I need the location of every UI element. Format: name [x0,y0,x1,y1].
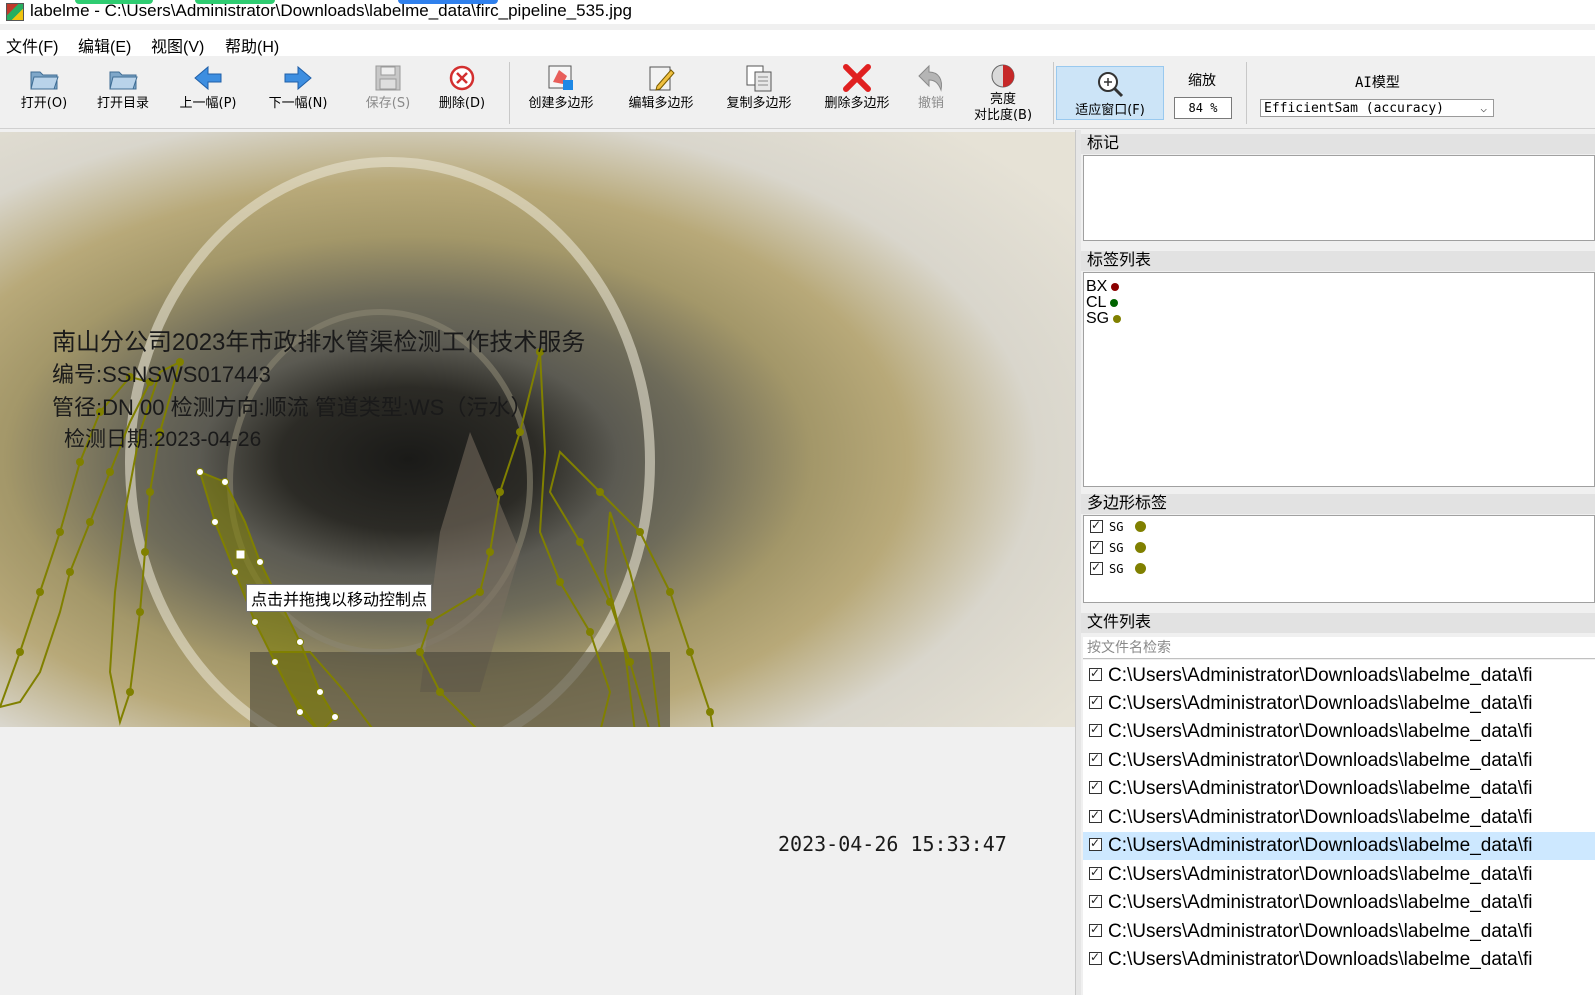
toolbar-separator [509,62,510,124]
zoom-fit-icon [1094,69,1126,101]
create-polygon-button[interactable]: 创建多边形 [520,62,602,112]
file-list-item[interactable]: C:\Users\Administrator\Downloads\labelme… [1083,804,1595,832]
file-list-item[interactable]: C:\Users\Administrator\Downloads\labelme… [1083,918,1595,946]
arrow-left-icon [192,62,224,94]
polygon-color-dot [1135,542,1147,553]
toolbar-separator-2 [1053,62,1054,124]
delete-circle-icon [446,62,478,94]
file-checkbox[interactable] [1089,893,1102,908]
flags-dock-title: 标记 [1081,134,1595,154]
right-dock-panel: 标记 标签列表 BX CL SG 多边形标签 SG SG SG 文件列表 按文件… [1081,130,1595,995]
ai-model-select[interactable]: EfficientSam (accuracy) ⌵ [1260,99,1494,117]
menu-file[interactable]: 文件(F) [6,33,58,57]
menu-edit[interactable]: 编辑(E) [78,33,131,57]
file-checkbox[interactable] [1089,666,1102,681]
flags-list[interactable] [1083,155,1595,241]
file-checkbox[interactable] [1089,694,1102,709]
polygon-visible-checkbox[interactable] [1090,560,1103,575]
file-list-item[interactable]: C:\Users\Administrator\Downloads\labelme… [1083,775,1595,803]
delete-file-button[interactable]: 删除(D) [432,62,492,112]
polygon-labels-dock-title: 多边形标签 [1081,494,1595,514]
open-button[interactable]: 打开(O) [12,62,76,112]
undo-icon [915,62,947,94]
file-list-item[interactable]: C:\Users\Administrator\Downloads\labelme… [1083,861,1595,889]
file-checkbox[interactable] [1089,950,1102,965]
label-color-dot [1111,282,1120,291]
edit-pencil-icon [645,62,677,94]
file-list-item[interactable]: C:\Users\Administrator\Downloads\labelme… [1083,662,1595,690]
file-checkbox[interactable] [1089,779,1102,794]
menu-help[interactable]: 帮助(H) [225,33,279,57]
file-list-item[interactable]: C:\Users\Administrator\Downloads\labelme… [1083,718,1595,746]
label-color-dot [1110,298,1119,307]
prev-image-button[interactable]: 上一幅(P) [172,62,244,112]
file-checkbox[interactable] [1089,722,1102,737]
label-color-dot [1113,314,1122,323]
labelme-app-icon [6,3,24,21]
brightness-contrast-icon [987,62,1019,90]
file-list-item[interactable]: C:\Users\Administrator\Downloads\labelme… [1083,690,1595,718]
file-checkbox[interactable] [1089,808,1102,823]
copy-polygon-button[interactable]: 复制多边形 [718,62,800,112]
menu-bar: 文件(F) 编辑(E) 视图(V) 帮助(H) [0,30,1595,56]
edit-polygon-button[interactable]: 编辑多边形 [620,62,702,112]
open-dir-button[interactable]: 打开目录 [90,62,156,112]
file-checkbox[interactable] [1089,836,1102,851]
file-checkbox[interactable] [1089,922,1102,937]
undo-button[interactable]: 撤销 [910,62,952,112]
polygon-visible-checkbox[interactable] [1090,518,1103,533]
ai-model-label: AI模型 [1355,75,1400,91]
file-search-input[interactable]: 按文件名检索 [1083,637,1595,659]
toolbar: 打开(O) 打开目录 上一幅(P) 下一幅(N) 保存(S) 删除(D) 创建多… [0,58,1595,129]
polygon-label-item[interactable]: SG [1090,539,1147,558]
file-list-item[interactable]: C:\Users\Administrator\Downloads\labelme… [1083,946,1595,974]
zoom-spinbox[interactable]: 84 % [1174,97,1232,119]
save-icon [372,62,404,94]
brightness-contrast-button[interactable]: 亮度 对比度(B) [962,62,1044,124]
overlay-line-1: 南山分公司2023年市政排水管渠检测工作技术服务 [52,329,586,356]
file-checkbox[interactable] [1089,751,1102,766]
fit-window-button[interactable]: 适应窗口(F) [1056,66,1164,120]
save-button[interactable]: 保存(S) [352,62,424,112]
file-list-item[interactable]: C:\Users\Administrator\Downloads\labelme… [1083,747,1595,775]
folder-icon [107,62,139,94]
file-list-item-selected[interactable]: C:\Users\Administrator\Downloads\labelme… [1083,832,1595,860]
chevron-down-icon: ⌵ [1480,102,1487,115]
window-title: labelme - C:\Users\Administrator\Downloa… [30,1,632,20]
polygon-visible-checkbox[interactable] [1090,539,1103,554]
polygon-color-dot [1135,521,1147,532]
arrow-right-icon [282,62,314,94]
file-list-item[interactable]: C:\Users\Administrator\Downloads\labelme… [1083,889,1595,917]
next-image-button[interactable]: 下一幅(N) [262,62,334,112]
delete-x-icon [841,62,873,94]
overlay-line-2: 编号:SSNSWS017443 [52,362,271,387]
copy-icon [743,62,775,94]
file-checkbox[interactable] [1089,865,1102,880]
zoom-label: 缩放 [1188,73,1216,89]
overlay-timestamp: 2023-04-26 15:33:47 [778,832,1007,856]
drag-tooltip: 点击并拖拽以移动控制点 [246,584,433,612]
overlay-line-3: 管径:DN 00 检测方向:顺流 管道类型:WS（污水） [52,395,533,420]
overlay-line-4: 检测日期:2023-04-26 [64,428,262,451]
delete-polygon-button[interactable]: 删除多边形 [816,62,898,112]
create-polygon-icon [545,62,577,94]
label-list-dock-title: 标签列表 [1081,251,1595,271]
ai-model-selected-value: EfficientSam (accuracy) [1264,101,1445,116]
title-bar: labelme - C:\Users\Administrator\Downloa… [0,0,1595,24]
menu-view[interactable]: 视图(V) [151,33,204,57]
folder-open-icon [28,62,60,94]
label-list[interactable]: BX CL SG [1083,272,1595,487]
file-list-dock-title: 文件列表 [1081,613,1595,633]
polygon-label-item[interactable]: SG [1090,518,1147,537]
label-list-item[interactable]: BX [1086,279,1120,295]
polygon-label-item[interactable]: SG [1090,560,1147,579]
toolbar-separator-3 [1246,62,1247,124]
label-list-item[interactable]: SG [1086,311,1122,327]
label-list-item[interactable]: CL [1086,295,1119,311]
polygon-labels-list[interactable]: SG SG SG [1083,515,1595,603]
polygon-color-dot [1135,563,1147,574]
